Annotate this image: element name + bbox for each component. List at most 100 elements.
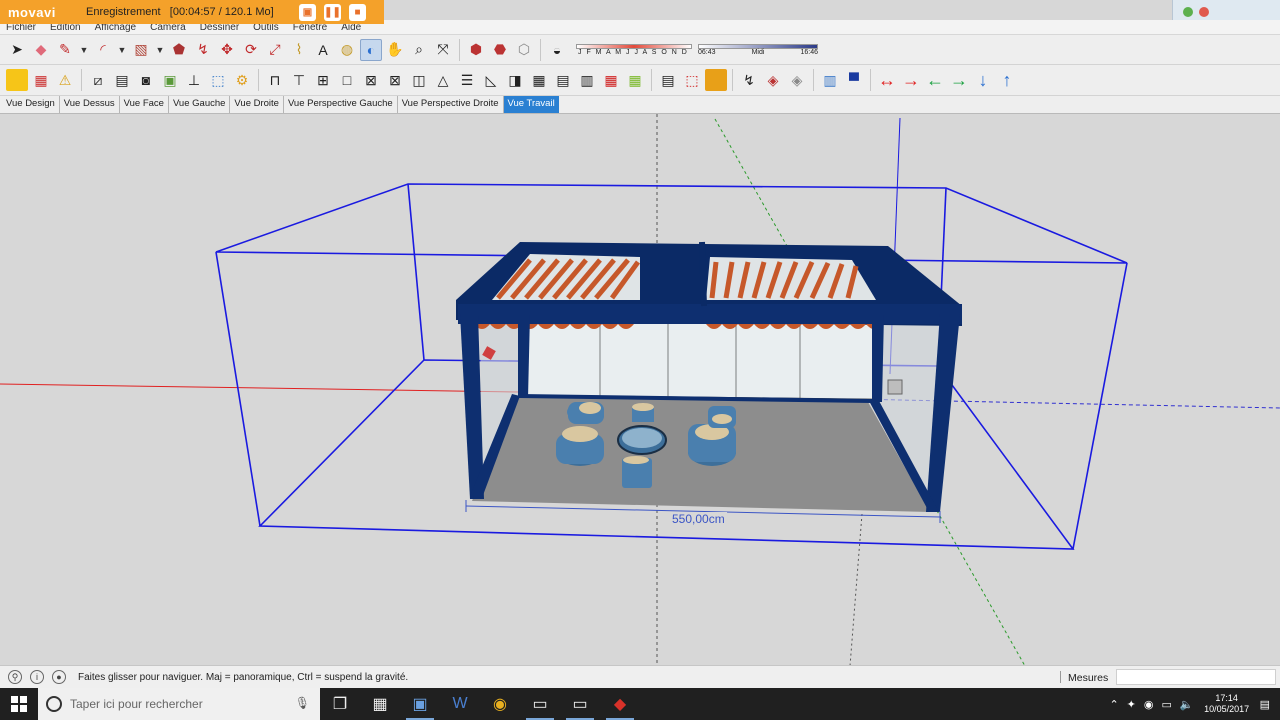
report-red-icon[interactable]: ⬚	[681, 69, 703, 91]
extension-icon[interactable]: ⬣	[489, 39, 511, 61]
orbit-icon[interactable]: ◐	[360, 38, 382, 61]
chevron-down-icon[interactable]: ▼	[154, 39, 166, 61]
ramp-icon[interactable]: ◺	[480, 69, 502, 91]
select-arrow-icon[interactable]: ➤	[6, 39, 28, 61]
grid-b-icon[interactable]: ▤	[552, 69, 574, 91]
chevron-down-icon[interactable]: ▼	[116, 39, 128, 61]
pause-icon[interactable]: ❚❚	[324, 3, 341, 21]
explorer-icon[interactable]: ▣	[400, 688, 440, 720]
app-window-2-icon[interactable]: ▭	[560, 688, 600, 720]
arrow-left-right-red-icon[interactable]: ↔	[876, 69, 898, 91]
tab-vue-droite[interactable]: Vue Droite	[230, 96, 284, 113]
share-model-icon[interactable]: ⬡	[513, 39, 535, 61]
3d-viewport[interactable]: 550,00cm	[0, 113, 1280, 665]
scale-icon[interactable]: ⤢	[264, 39, 286, 61]
taskbar-search[interactable]: Taper ici pour rechercher 🎙	[38, 688, 320, 720]
pencil-icon[interactable]: ✎	[54, 39, 76, 61]
sync-icon[interactable]: ◉	[1144, 698, 1154, 711]
calculator-icon[interactable]: ▦	[360, 688, 400, 720]
chevron-down-icon[interactable]: ▼	[78, 39, 90, 61]
component-icon[interactable]	[6, 69, 28, 91]
info-icon[interactable]: i	[30, 670, 44, 684]
section-plane-icon[interactable]: ⧄	[87, 69, 109, 91]
arrow-left-green-icon[interactable]: ←	[924, 69, 946, 91]
eraser-icon[interactable]: ◆	[30, 39, 52, 61]
profile-a-icon[interactable]: ⊓	[264, 69, 286, 91]
triangle-icon[interactable]: △	[432, 69, 454, 91]
cross-brace-icon[interactable]: ⊠	[360, 69, 382, 91]
camera-icon[interactable]: ◙	[135, 69, 157, 91]
start-button[interactable]	[0, 688, 38, 720]
stairs-icon[interactable]: ☰	[456, 69, 478, 91]
profile-b-icon[interactable]: ⊤	[288, 69, 310, 91]
warning-icon[interactable]: ⚠	[54, 69, 76, 91]
push-pull-icon[interactable]: ⬟	[168, 39, 190, 61]
tab-vue-perspective-gauche[interactable]: Vue Perspective Gauche	[284, 96, 398, 113]
tape-measure-icon[interactable]: ⌇	[288, 39, 310, 61]
grid-a-icon[interactable]: ▦	[528, 69, 550, 91]
tab-vue-gauche[interactable]: Vue Gauche	[169, 96, 231, 113]
task-view-icon[interactable]: ❐	[320, 688, 360, 720]
zoom-extents-icon[interactable]: ⤧	[432, 39, 454, 61]
move-icon[interactable]: ✥	[216, 39, 238, 61]
rotate-icon[interactable]: ⟳	[240, 39, 262, 61]
zoom-icon[interactable]: ⌕	[408, 39, 430, 61]
time-slider[interactable]: 06:43 Midi 16:46	[698, 43, 818, 56]
month-slider[interactable]: J F M A M J J A S O N D	[576, 43, 692, 56]
materials-icon[interactable]: ▦	[30, 69, 52, 91]
3d-text-icon[interactable]: ⬚	[207, 69, 229, 91]
report-icon[interactable]: ▤	[657, 69, 679, 91]
profile-c-icon[interactable]: ⊞	[312, 69, 334, 91]
geolocation-icon[interactable]: ⚲	[8, 670, 22, 684]
image-icon[interactable]: ▣	[159, 69, 181, 91]
shadows-toggle-icon[interactable]: ◒	[546, 39, 568, 61]
arrow-up-blue-icon[interactable]: ↑	[996, 69, 1018, 91]
tab-vue-face[interactable]: Vue Face	[120, 96, 169, 113]
arrow-right-red-icon[interactable]: →	[900, 69, 922, 91]
close-icon[interactable]	[1199, 7, 1209, 17]
dropbox-icon[interactable]: ✦	[1127, 698, 1136, 711]
rectangle-icon[interactable]: ▧	[130, 39, 152, 61]
tool-b-icon[interactable]: ◈	[762, 69, 784, 91]
dimension-icon[interactable]: ⊥	[183, 69, 205, 91]
door-icon[interactable]: ◫	[408, 69, 430, 91]
warehouse-icon[interactable]: ⬢	[465, 39, 487, 61]
chevron-up-icon[interactable]: ⌃	[1109, 698, 1118, 711]
post-icon[interactable]: ◨	[504, 69, 526, 91]
pan-hand-icon[interactable]: ✋	[384, 39, 406, 61]
taskbar-clock[interactable]: 17:14 10/05/2017	[1202, 693, 1252, 715]
grid-c-icon[interactable]: ▥	[576, 69, 598, 91]
notification-icon[interactable]: ▤	[1260, 698, 1270, 711]
settings-gear-icon[interactable]: ⚙	[231, 69, 253, 91]
camera-icon[interactable]: ▣	[299, 3, 316, 21]
red-grid-icon[interactable]: ▦	[600, 69, 622, 91]
microphone-icon[interactable]: 🎙	[295, 696, 310, 710]
measures-input[interactable]	[1116, 669, 1276, 685]
green-grid-icon[interactable]: ▦	[624, 69, 646, 91]
stop-icon[interactable]: ■	[349, 3, 366, 21]
blue-panel-icon[interactable]: ▀	[843, 69, 865, 91]
text-icon[interactable]: A	[312, 39, 334, 61]
tab-vue-dessus[interactable]: Vue Dessus	[60, 96, 120, 113]
panel-icon[interactable]: □	[336, 69, 358, 91]
x-frame-icon[interactable]: ⊠	[384, 69, 406, 91]
volume-icon[interactable]: 🔈	[1180, 698, 1194, 711]
user-icon[interactable]: ●	[52, 670, 66, 684]
follow-me-icon[interactable]: ↯	[192, 39, 214, 61]
arrow-right-green-icon[interactable]: →	[948, 69, 970, 91]
network-icon[interactable]: ▭	[1161, 698, 1171, 711]
tab-vue-design[interactable]: Vue Design	[2, 96, 60, 113]
minimize-icon[interactable]	[1183, 7, 1193, 17]
tool-a-icon[interactable]: ↯	[738, 69, 760, 91]
tab-vue-perspective-droite[interactable]: Vue Perspective Droite	[398, 96, 504, 113]
arc-icon[interactable]: ◜	[92, 39, 114, 61]
paint-bucket-icon[interactable]: ◍	[336, 39, 358, 61]
word-icon[interactable]: W	[440, 688, 480, 720]
sketchup-icon[interactable]: ◆	[600, 688, 640, 720]
tab-vue-travail[interactable]: Vue Travail	[503, 96, 559, 113]
split-view-icon[interactable]: ▥	[819, 69, 841, 91]
arrow-down-blue-icon[interactable]: ↓	[972, 69, 994, 91]
wall-icon[interactable]: ▤	[111, 69, 133, 91]
tool-c-icon[interactable]: ◈	[786, 69, 808, 91]
chrome-icon[interactable]: ◉	[480, 688, 520, 720]
